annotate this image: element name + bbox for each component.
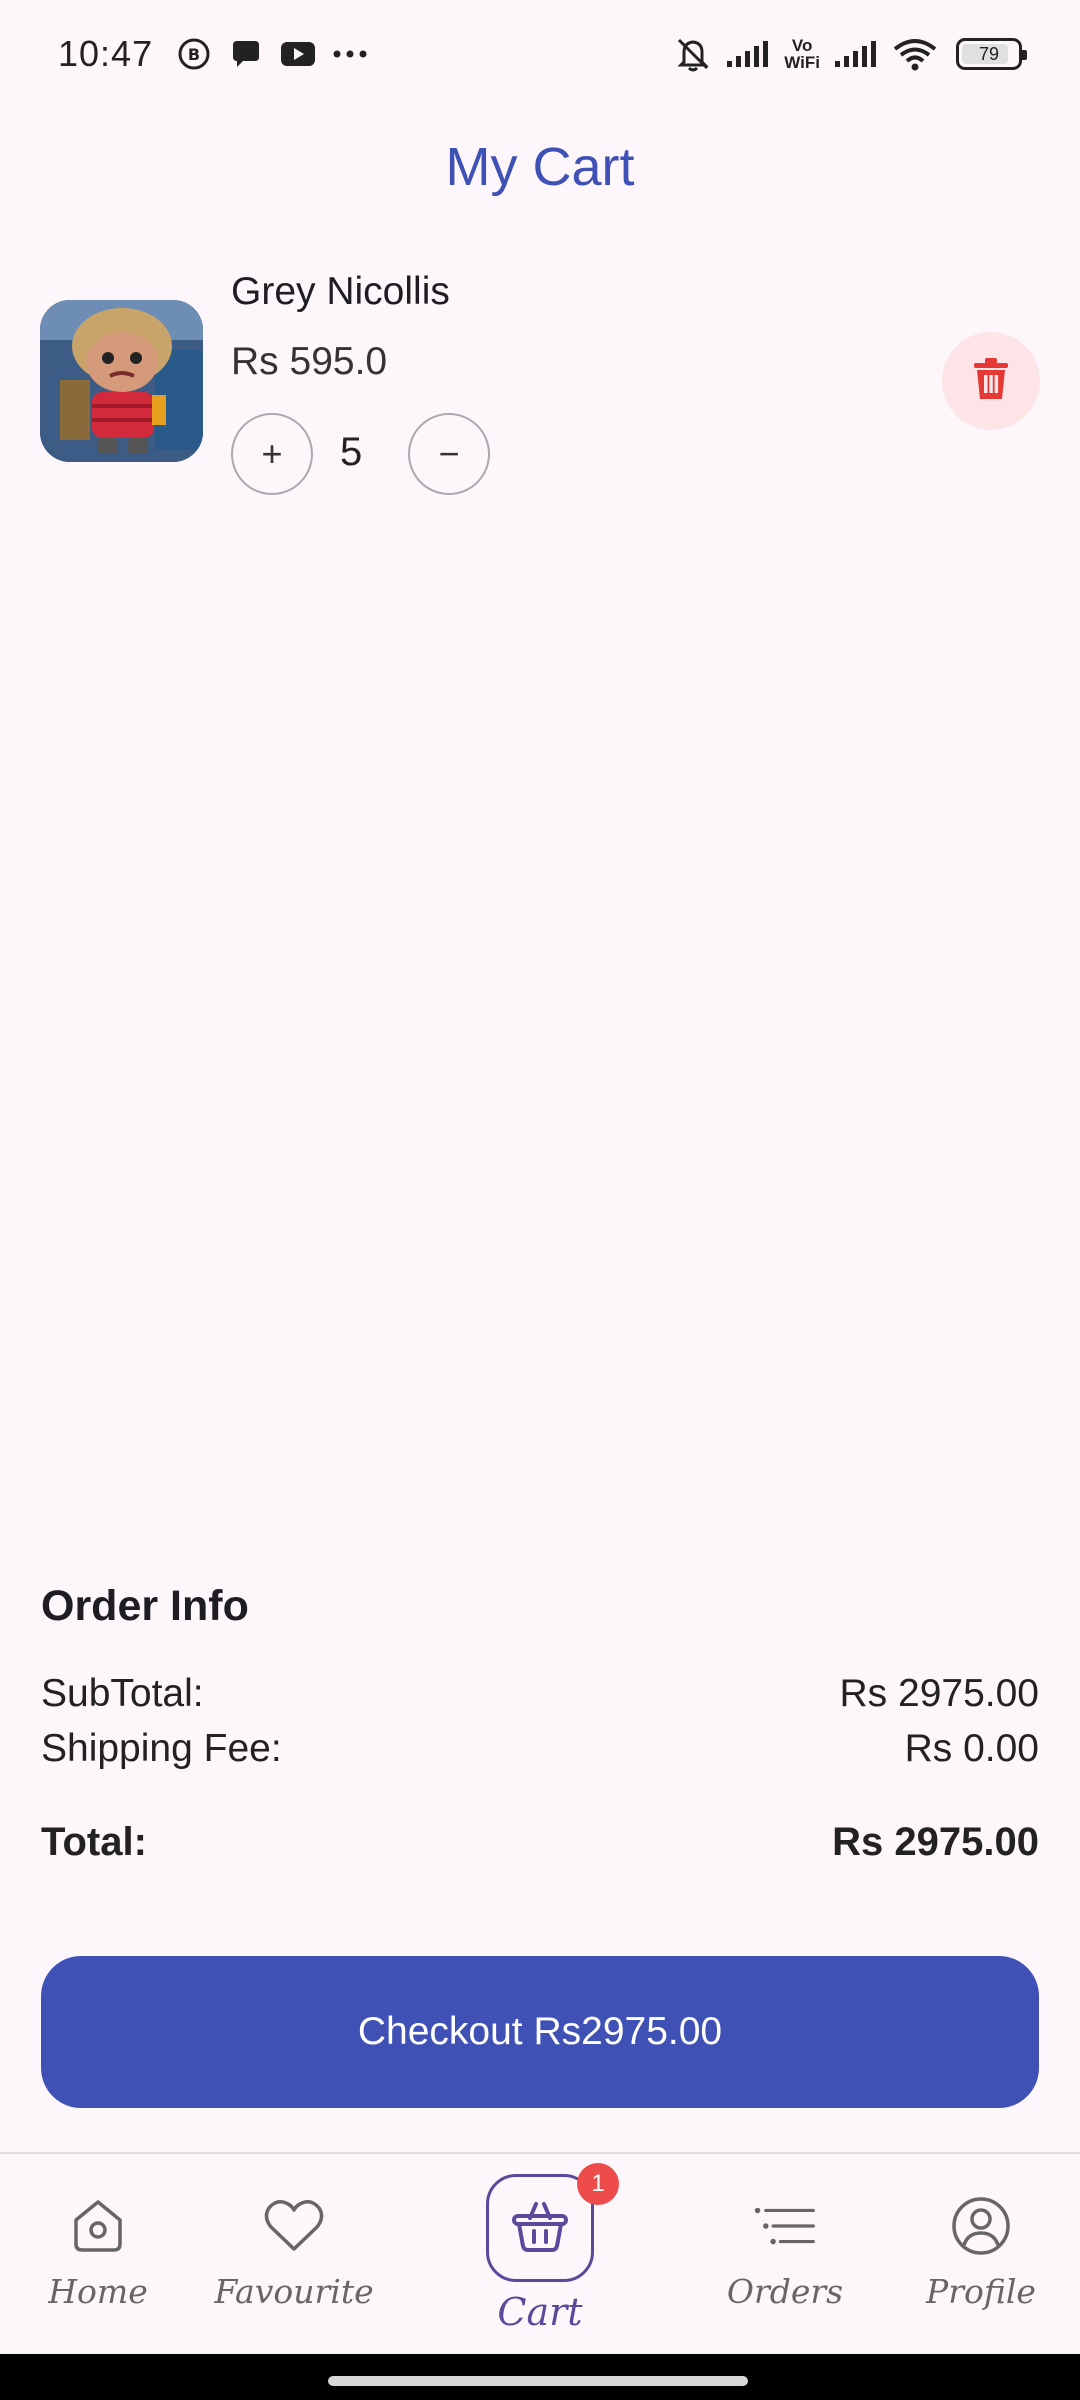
- increase-quantity-button[interactable]: +: [231, 413, 313, 495]
- status-time: 10:47: [58, 33, 154, 74]
- trash-icon: [972, 357, 1010, 406]
- battery-icon: 79: [956, 38, 1027, 70]
- delete-item-button[interactable]: [942, 332, 1040, 430]
- nav-favourite[interactable]: Favourite: [204, 2194, 384, 2344]
- nav-orders[interactable]: Orders: [695, 2194, 875, 2344]
- nav-home-label: Home: [48, 2272, 148, 2311]
- nav-home[interactable]: Home: [8, 2194, 188, 2344]
- subtotal-label: SubTotal:: [41, 1672, 204, 1715]
- signal-icon: [832, 35, 880, 73]
- product-name: Grey Nicollis: [231, 270, 450, 313]
- page-title: My Cart: [445, 137, 635, 197]
- subtotal-value: Rs 2975.00: [839, 1672, 1039, 1715]
- cart-badge: 1: [577, 2163, 619, 2205]
- quantity-value: 5: [340, 430, 363, 474]
- system-gesture-area: [0, 2354, 1080, 2400]
- nav-orders-label: Orders: [726, 2272, 844, 2311]
- shipping-label: Shipping Fee:: [41, 1727, 282, 1770]
- total-row: Total: Rs 2975.00: [41, 1820, 1039, 1865]
- youtube-icon: [279, 35, 317, 73]
- total-label: Total:: [41, 1820, 147, 1864]
- product-image[interactable]: [40, 300, 203, 462]
- decrease-quantity-button[interactable]: −: [408, 413, 490, 495]
- home-gesture-handle[interactable]: [328, 2376, 748, 2386]
- nav-profile[interactable]: Profile: [891, 2194, 1071, 2344]
- product-price: Rs 595.0: [231, 340, 388, 383]
- home-icon: [66, 2194, 130, 2258]
- vowifi-indicator: Vo WiFi: [784, 36, 820, 72]
- status-left: 10:47 B: [58, 33, 369, 75]
- shipping-row: Shipping Fee: Rs 0.00: [41, 1727, 1039, 1771]
- list-icon: [753, 2194, 817, 2258]
- chat-icon: [227, 35, 265, 73]
- checkout-button[interactable]: Checkout Rs2975.00: [41, 1956, 1039, 2108]
- order-info-title: Order Info: [41, 1582, 249, 1630]
- subtotal-row: SubTotal: Rs 2975.00: [41, 1672, 1039, 1716]
- nav-profile-label: Profile: [926, 2272, 1036, 2311]
- heart-icon: [262, 2194, 326, 2258]
- shipping-value: Rs 0.00: [904, 1727, 1039, 1770]
- bell-off-icon: [674, 35, 712, 73]
- status-right: Vo WiFi 79: [674, 35, 1027, 73]
- profile-icon: [949, 2194, 1013, 2258]
- nav-cart-label: Cart: [497, 2290, 583, 2334]
- total-value: Rs 2975.00: [832, 1820, 1039, 1864]
- signal-icon: [724, 35, 772, 73]
- bottom-navigation: Home Favourite 1 Cart Orders Profile: [0, 2152, 1080, 2354]
- cart-item: Grey Nicollis Rs 595.0 + 5 −: [40, 270, 1040, 510]
- svg-text:B: B: [188, 45, 200, 64]
- wifi-icon: [892, 35, 938, 73]
- basket-icon: [510, 2198, 570, 2259]
- more-icon: [331, 35, 369, 73]
- status-bar: 10:47 B Vo WiFi 79: [0, 0, 1080, 108]
- cart-active-indicator: 1: [486, 2163, 619, 2282]
- nav-favourite-label: Favourite: [214, 2272, 374, 2311]
- order-info-section: Order Info SubTotal: Rs 2975.00 Shipping…: [41, 1582, 1039, 1864]
- nav-cart[interactable]: 1 Cart: [440, 2163, 640, 2344]
- b-app-icon: B: [175, 35, 213, 73]
